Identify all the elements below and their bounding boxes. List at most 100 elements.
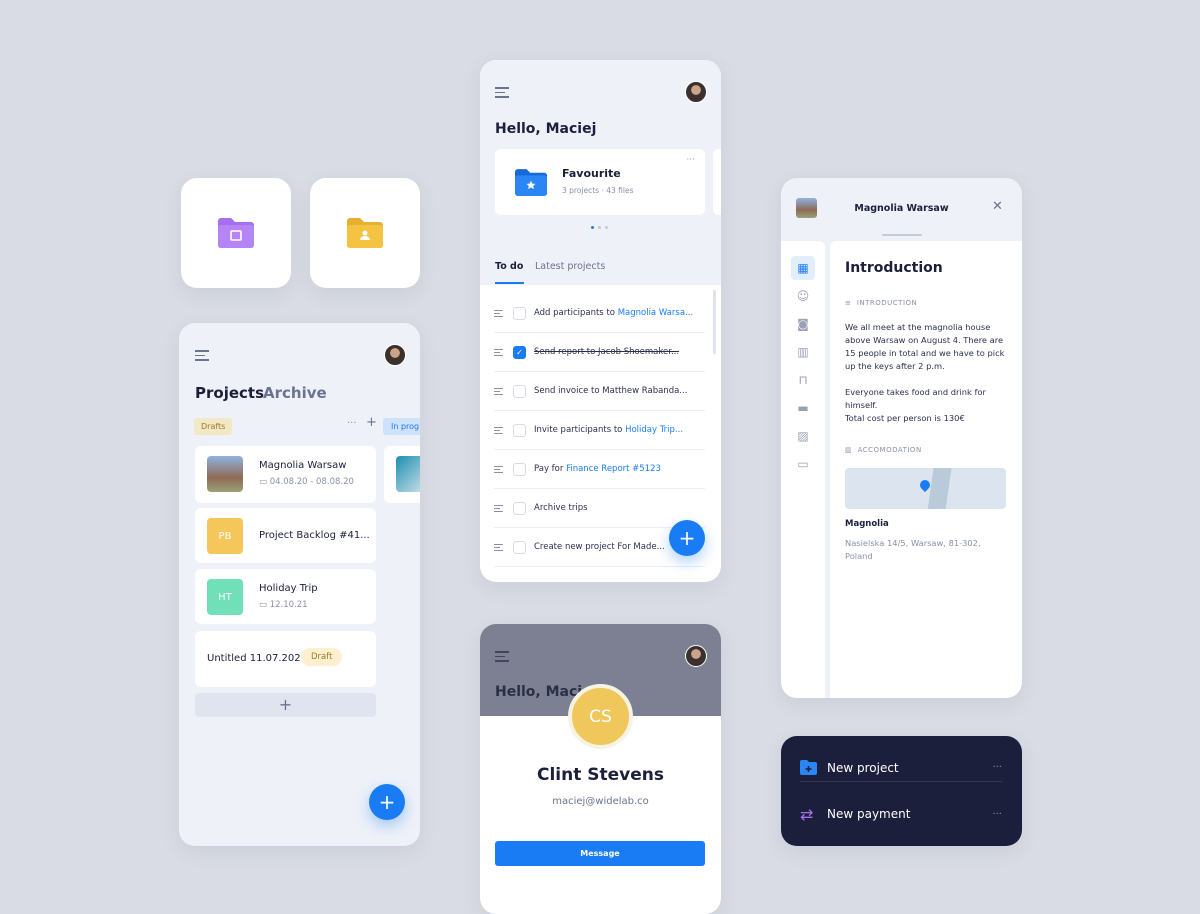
calendar-icon[interactable]: ▦ bbox=[791, 256, 815, 280]
tab-latest-projects[interactable]: Latest projects bbox=[535, 261, 605, 272]
more-button[interactable]: ··· bbox=[992, 762, 1002, 773]
tab-to-do[interactable]: To do bbox=[495, 261, 523, 272]
face-icon[interactable]: ☺ bbox=[791, 284, 815, 308]
map-icon[interactable]: ▥ bbox=[791, 340, 815, 364]
todo-item[interactable]: Pay for Finance Report #5123 bbox=[494, 450, 705, 489]
todo-checkbox[interactable] bbox=[513, 384, 526, 398]
action-label: New payment bbox=[827, 807, 911, 821]
project-initials: HT bbox=[207, 579, 243, 615]
todo-checkbox[interactable] bbox=[513, 423, 526, 437]
camera-icon[interactable]: ◙ bbox=[791, 312, 815, 336]
add-todo-fab[interactable]: + bbox=[669, 520, 705, 556]
new-payment-action[interactable]: ⇄ New payment ··· bbox=[800, 800, 1002, 828]
project-card[interactable]: HT Holiday Trip ▭ 12.10.21 bbox=[195, 569, 376, 624]
action-label: New project bbox=[827, 760, 899, 775]
todo-link[interactable]: Magnolia Warsa... bbox=[618, 308, 693, 318]
tab-archive[interactable]: Archive bbox=[263, 384, 327, 402]
todo-item[interactable]: Invite participants to Holiday Trip... bbox=[494, 411, 705, 450]
detail-title: Magnolia Warsaw bbox=[854, 203, 949, 214]
todo-checkbox[interactable] bbox=[513, 306, 526, 320]
folder-star-icon bbox=[515, 169, 547, 196]
todo-link[interactable]: Holiday Trip... bbox=[625, 425, 683, 435]
close-icon[interactable]: ✕ bbox=[992, 199, 1003, 214]
message-button[interactable]: Message bbox=[495, 841, 705, 866]
drag-handle-icon[interactable] bbox=[494, 386, 503, 397]
profile-avatar: CS bbox=[568, 684, 633, 749]
menu-icon[interactable] bbox=[495, 651, 509, 665]
avatar[interactable] bbox=[384, 344, 406, 366]
avatar[interactable] bbox=[685, 81, 707, 103]
section-heading: Introduction bbox=[845, 260, 943, 276]
image-icon[interactable]: ▨ bbox=[791, 424, 815, 448]
todo-item[interactable]: Add participants to Magnolia Warsa... bbox=[494, 294, 705, 333]
todo-text: Create new project For Made... bbox=[534, 542, 665, 552]
favourite-folder-card[interactable]: Favourite 3 projects · 43 files ··· bbox=[495, 149, 705, 215]
todo-checkbox[interactable] bbox=[513, 462, 526, 476]
project-card[interactable]: PB Project Backlog #41... bbox=[195, 508, 376, 563]
more-button[interactable]: ··· bbox=[347, 418, 357, 429]
scrollbar[interactable] bbox=[713, 290, 716, 354]
bed-icon[interactable]: ▬ bbox=[791, 396, 815, 420]
folder-plus-icon bbox=[800, 760, 817, 775]
intro-cost: Total cost per person is 130€ bbox=[845, 413, 965, 423]
location-map[interactable] bbox=[845, 468, 1006, 509]
place-name: Magnolia bbox=[845, 519, 889, 529]
greeting: Hello, Maciej bbox=[495, 121, 597, 137]
draft-badge: Draft bbox=[301, 648, 343, 666]
todo-text: Send invoice to Matthew Rabanda... bbox=[534, 386, 688, 396]
new-project-action[interactable]: New project ··· bbox=[800, 754, 1002, 782]
project-card-partial[interactable] bbox=[384, 446, 420, 503]
add-column-button[interactable]: + bbox=[366, 415, 377, 430]
drag-handle-icon[interactable] bbox=[494, 503, 503, 514]
detail-content: Introduction ≡ INTRODUCTION We all meet … bbox=[830, 241, 1022, 698]
inbox-icon[interactable]: ▭ bbox=[791, 452, 815, 476]
add-card-button[interactable]: + bbox=[195, 693, 376, 717]
add-project-fab[interactable]: + bbox=[369, 784, 405, 820]
calendar-icon: ▭ bbox=[259, 600, 268, 610]
transfer-icon: ⇄ bbox=[800, 804, 814, 824]
todo-link[interactable]: Finance Report #5123 bbox=[566, 464, 661, 474]
folder-title: Favourite bbox=[562, 167, 621, 180]
more-button[interactable]: ··· bbox=[992, 809, 1002, 820]
carousel-dots[interactable] bbox=[591, 226, 608, 229]
todo-text: Send report to Jacob Shoemaker... bbox=[534, 347, 680, 357]
todo-checkbox[interactable] bbox=[513, 540, 526, 554]
drag-handle-icon[interactable] bbox=[494, 308, 503, 319]
todo-text: Archive trips bbox=[534, 503, 588, 513]
todo-item[interactable]: ✓ Send report to Jacob Shoemaker... bbox=[494, 333, 705, 372]
project-title: Magnolia Warsaw bbox=[259, 460, 347, 471]
drag-handle[interactable] bbox=[882, 234, 922, 236]
profile-name: Clint Stevens bbox=[536, 765, 664, 785]
in-progress-column-label: In prog bbox=[383, 418, 420, 435]
side-nav: ▦ ☺ ◙ ▥ ⊓ ▬ ▨ ▭ bbox=[781, 241, 825, 698]
todo-text: Invite participants to bbox=[534, 425, 626, 435]
project-card[interactable]: Untitled 11.07.2021 Draft bbox=[195, 631, 376, 687]
drag-handle-icon[interactable] bbox=[494, 464, 503, 475]
project-date: 04.08.20 - 08.08.20 bbox=[269, 477, 354, 487]
menu-icon[interactable] bbox=[495, 87, 509, 101]
folder-tile-calendar[interactable] bbox=[181, 178, 291, 288]
project-title: Holiday Trip bbox=[259, 583, 318, 594]
folder-person-icon bbox=[347, 218, 383, 248]
avatar[interactable] bbox=[685, 645, 707, 667]
drag-handle-icon[interactable] bbox=[494, 542, 503, 553]
drag-handle-icon[interactable] bbox=[494, 425, 503, 436]
todo-text: Pay for bbox=[534, 464, 567, 474]
menu-icon[interactable] bbox=[195, 350, 209, 364]
tab-projects[interactable]: Projects bbox=[195, 384, 264, 402]
project-card[interactable]: Magnolia Warsaw ▭ 04.08.20 - 08.08.20 bbox=[195, 446, 376, 503]
todo-item[interactable]: Archive trips bbox=[494, 489, 705, 528]
todo-item[interactable]: Send invoice to Matthew Rabanda... bbox=[494, 372, 705, 411]
accomodation-label: ACCOMODATION bbox=[857, 446, 922, 454]
next-folder-card-partial[interactable] bbox=[713, 149, 721, 215]
drag-handle-icon[interactable] bbox=[494, 347, 503, 358]
drafts-column-label: Drafts bbox=[194, 418, 233, 435]
todo-checkbox[interactable] bbox=[513, 501, 526, 515]
project-title: Project Backlog #41... bbox=[259, 530, 370, 541]
introduction-label: INTRODUCTION bbox=[856, 299, 918, 307]
todo-checkbox[interactable]: ✓ bbox=[513, 345, 526, 359]
profile-email: maciej@widelab.co bbox=[552, 796, 649, 807]
bag-icon[interactable]: ⊓ bbox=[791, 368, 815, 392]
more-button[interactable]: ··· bbox=[686, 155, 695, 165]
folder-tile-person[interactable] bbox=[310, 178, 420, 288]
